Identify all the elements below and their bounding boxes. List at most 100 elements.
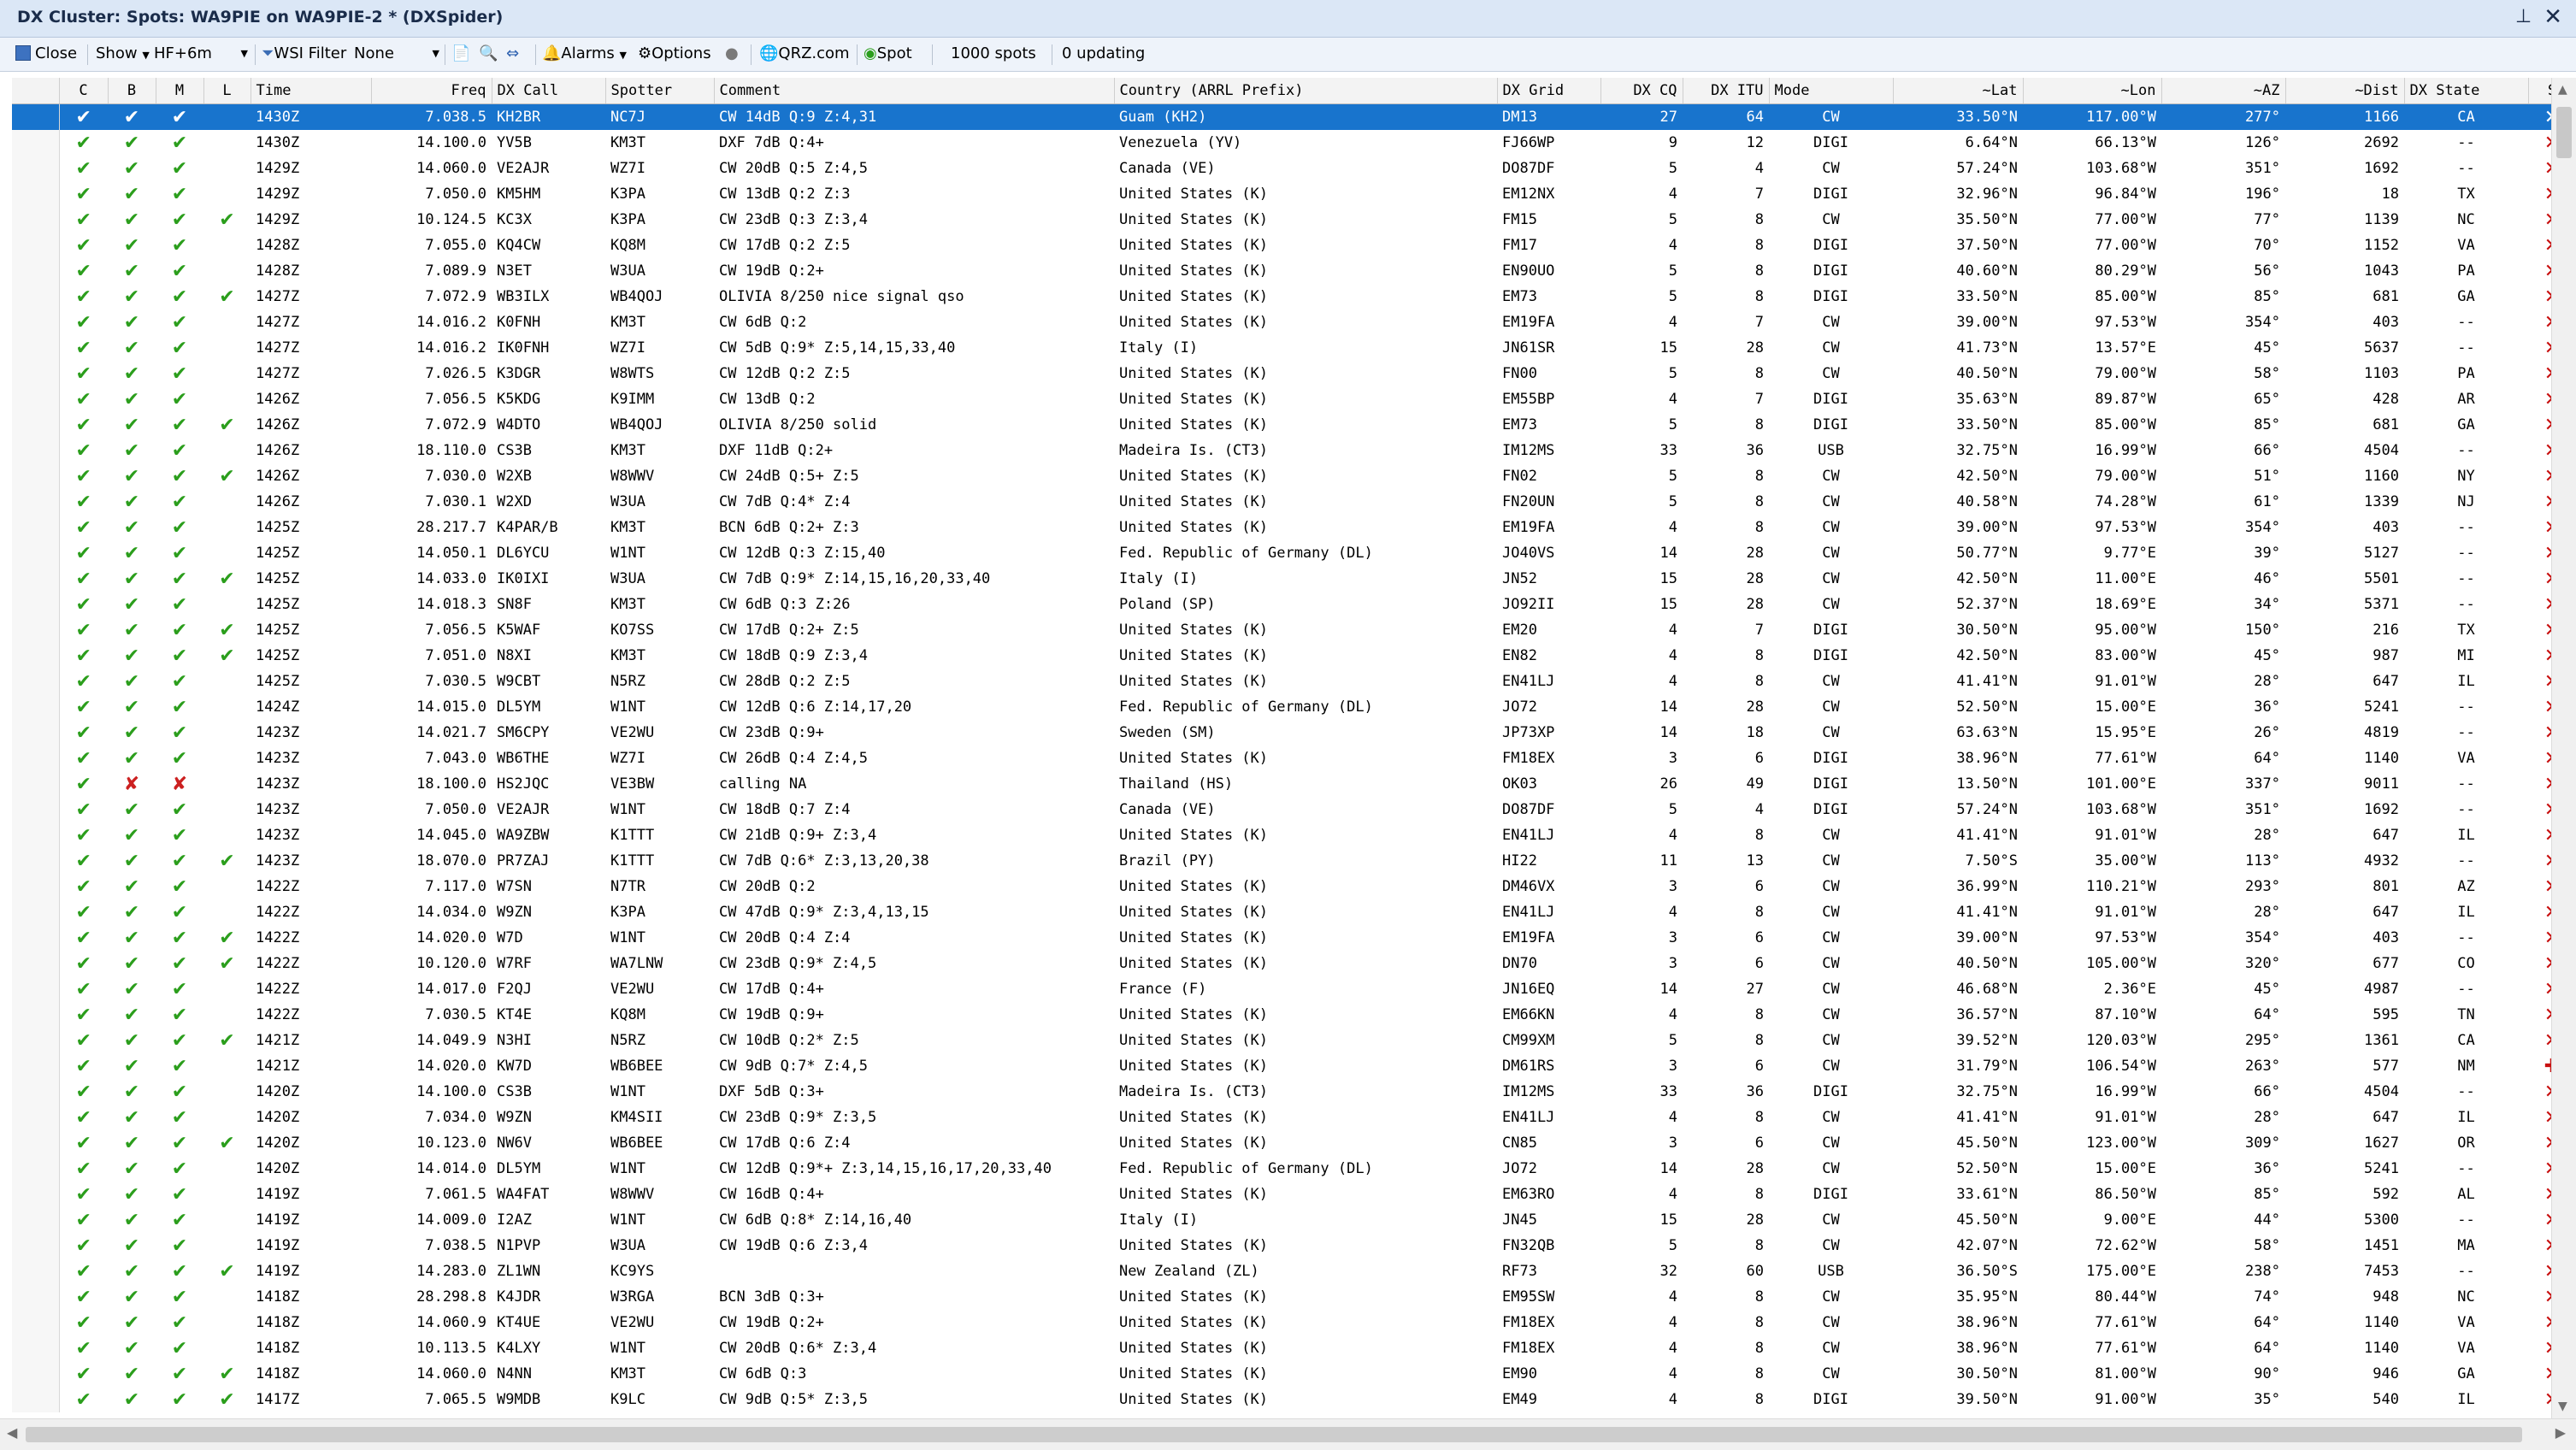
delete-icon[interactable]: ✕	[2528, 1182, 2551, 1207]
scroll-down-icon[interactable]: ▼	[2558, 1400, 2567, 1413]
close-icon[interactable]: ✕	[2544, 4, 2562, 30]
row-header[interactable]	[12, 566, 60, 592]
column-header-dx-grid[interactable]: DX Grid	[1497, 78, 1601, 104]
delete-icon[interactable]: ✕	[2528, 1310, 2551, 1335]
spot-row[interactable]: ✔ ✔ ✔ ✔ 1429Z 10.124.5 KC3X K3PA CW 23dB Q:3 Z:3…	[12, 207, 2551, 233]
delete-icon[interactable]: ✕	[2528, 1079, 2551, 1105]
delete-icon[interactable]: ✕	[2528, 1387, 2551, 1412]
delete-icon[interactable]: ✕	[2528, 386, 2551, 412]
row-header[interactable]	[12, 1310, 60, 1335]
row-header[interactable]	[12, 1361, 60, 1387]
options-button[interactable]: ⚙Options	[638, 43, 711, 65]
delete-icon[interactable]: ✕	[2528, 1002, 2551, 1028]
horizontal-scrollbar[interactable]: ◀ ▶	[0, 1418, 2576, 1450]
scroll-left-icon[interactable]: ◀	[7, 1424, 17, 1441]
spot-row[interactable]: ✔ ✔ ✔ 1419Z 7.038.5 N1PVP W3UA CW 19dB Q:6 Z:3,…	[12, 1233, 2551, 1258]
delete-icon[interactable]: ✕	[2528, 130, 2551, 156]
scroll-thumb-horizontal[interactable]	[26, 1427, 2522, 1442]
spot-row[interactable]: ✔ ✔ ✔ 1426Z 7.056.5 K5KDG K9IMM CW 13dB Q:2 Unit…	[12, 386, 2551, 412]
delete-icon[interactable]: ✕	[2528, 874, 2551, 899]
column-header-dx-cq[interactable]: DX CQ	[1600, 78, 1683, 104]
scroll-right-icon[interactable]: ▶	[2555, 1424, 2566, 1441]
row-header[interactable]	[12, 1258, 60, 1284]
spot-row[interactable]: ✔ ✔ ✔ 1429Z 7.050.0 KM5HM K3PA CW 13dB Q:2 Z:3 U…	[12, 181, 2551, 207]
delete-icon[interactable]: ✕	[2528, 309, 2551, 335]
qrz-button[interactable]: 🌐QRZ.com	[759, 43, 850, 65]
column-header-dx-itu[interactable]: DX ITU	[1683, 78, 1770, 104]
delete-icon[interactable]: ✕	[2528, 797, 2551, 822]
column-header-b[interactable]: B	[108, 78, 156, 104]
spot-row[interactable]: ✔ ✔ ✔ ✔ 1425Z 7.051.0 N8XI KM3T CW 18dB Q:9 Z:3,…	[12, 643, 2551, 669]
column-header-comment[interactable]: Comment	[714, 78, 1115, 104]
delete-icon[interactable]: ✕	[2528, 207, 2551, 233]
row-header[interactable]	[12, 438, 60, 463]
column-header-country[interactable]: Country (ARRL Prefix)	[1114, 78, 1498, 104]
delete-icon[interactable]: ✕	[2528, 1258, 2551, 1284]
row-header[interactable]	[12, 746, 60, 771]
delete-icon[interactable]: ✕	[2528, 1156, 2551, 1182]
delete-icon[interactable]: ✕	[2528, 694, 2551, 720]
spot-row[interactable]: ✔ ✔ ✔ 1423Z 14.021.7 SM6CPY VE2WU CW 23dB Q:9+ S…	[12, 720, 2551, 746]
row-header[interactable]	[12, 848, 60, 874]
spot-row[interactable]: ✔ ✔ ✔ 1423Z 14.045.0 WA9ZBW K1TTT CW 21dB Q:9+ …	[12, 822, 2551, 848]
delete-icon[interactable]: ✕	[2528, 335, 2551, 361]
row-header[interactable]	[12, 1335, 60, 1361]
column-header-dx-state[interactable]: DX State	[2404, 78, 2529, 104]
spot-row[interactable]: ✔ ✔ ✔ 1428Z 7.055.0 KQ4CW KQ8M CW 17dB Q:2 Z:5 U…	[12, 233, 2551, 258]
plus-icon[interactable]: ✚	[2528, 1053, 2551, 1079]
row-header[interactable]	[12, 489, 60, 515]
column-header-mode[interactable]: Mode	[1769, 78, 1894, 104]
column-header-spotter[interactable]: Spotter	[605, 78, 715, 104]
spot-row[interactable]: ✔ ✔ ✔ ✔ 1426Z 7.030.0 W2XB W8WWV CW 24dB Q:5+ Z:…	[12, 463, 2551, 489]
delete-icon[interactable]: ✕	[2528, 566, 2551, 592]
row-header[interactable]	[12, 874, 60, 899]
spot-row[interactable]: ✔ ✔ ✔ ✔ 1427Z 7.072.9 WB3ILX WB4QOJ OLIVIA 8/250…	[12, 284, 2551, 309]
column-header-l[interactable]: L	[203, 78, 251, 104]
delete-icon[interactable]: ✕	[2528, 1028, 2551, 1053]
spot-row[interactable]: ✔ ✔ ✔ 1425Z 7.030.5 W9CBT N5RZ CW 28dB Q:2 Z:5 U…	[12, 669, 2551, 694]
row-header[interactable]	[12, 822, 60, 848]
delete-icon[interactable]: ✕	[2528, 592, 2551, 617]
vertical-scrollbar[interactable]: ▲ ▼	[2551, 78, 2576, 1418]
delete-icon[interactable]: ✕	[2528, 951, 2551, 976]
spot-row[interactable]: ✔ ✔ ✔ ✔ 1425Z 14.033.0 IK0IXI W3UA CW 7dB Q:9* Z…	[12, 566, 2551, 592]
column-header-lon[interactable]: ~Lon	[2023, 78, 2162, 104]
delete-icon[interactable]: ✕	[2528, 643, 2551, 669]
row-header[interactable]	[12, 335, 60, 361]
row-header[interactable]	[12, 515, 60, 540]
spot-row[interactable]: ✔ ✔ ✔ ✔ 1419Z 14.283.0 ZL1WN KC9YS New Zealand (…	[12, 1258, 2551, 1284]
column-header-m[interactable]: M	[156, 78, 204, 104]
pin-icon[interactable]: ⊥	[2515, 6, 2532, 27]
column-header-freq[interactable]: Freq	[371, 78, 492, 104]
delete-icon[interactable]: ✕	[2528, 822, 2551, 848]
row-header[interactable]	[12, 233, 60, 258]
spots-grid[interactable]: C B M L Time Freq DX Call Spotter Comment Country…	[12, 78, 2551, 1418]
row-header[interactable]	[12, 592, 60, 617]
delete-icon[interactable]: ✕	[2528, 1361, 2551, 1387]
spot-row[interactable]: ✔ ✘ ✘ 1423Z 18.100.0 HS2JQC VE3BW calling NA Tha…	[12, 771, 2551, 797]
row-header[interactable]	[12, 207, 60, 233]
spot-row[interactable]: ✔ ✔ ✔ 1422Z 7.117.0 W7SN N7TR CW 20dB Q:2 United…	[12, 874, 2551, 899]
delete-icon[interactable]: ✕	[2528, 1130, 2551, 1156]
wsi-filter-button[interactable]: ⏷WSI Filter	[262, 43, 346, 65]
row-header[interactable]	[12, 669, 60, 694]
delete-icon[interactable]: ✕	[2528, 669, 2551, 694]
row-header[interactable]	[12, 617, 60, 643]
row-header[interactable]	[12, 1284, 60, 1310]
delete-icon[interactable]: ✕	[2528, 361, 2551, 386]
spot-row[interactable]: ✔ ✔ ✔ 1429Z 14.060.0 VE2AJR WZ7I CW 20dB Q:5 Z:…	[12, 156, 2551, 181]
delete-icon[interactable]: ✕	[2528, 284, 2551, 309]
spot-row[interactable]: ✔ ✔ ✔ 1428Z 7.089.9 N3ET W3UA CW 19dB Q:2+ Unite…	[12, 258, 2551, 284]
spot-row[interactable]: ✔ ✔ ✔ 1422Z 14.017.0 F2QJ VE2WU CW 17dB Q:4+ Fra…	[12, 976, 2551, 1002]
delete-icon[interactable]: ✕	[2528, 489, 2551, 515]
swap-button[interactable]: ⇔	[506, 43, 519, 65]
row-header[interactable]	[12, 1130, 60, 1156]
row-header[interactable]	[12, 103, 60, 130]
spot-row[interactable]: ✔ ✔ ✔ 1420Z 7.034.0 W9ZN KM4SII CW 23dB Q:9* Z:…	[12, 1105, 2551, 1130]
delete-icon[interactable]: ✕	[2528, 617, 2551, 643]
column-header-dist[interactable]: ~Dist	[2285, 78, 2405, 104]
row-header[interactable]	[12, 1105, 60, 1130]
spot-row[interactable]: ✔ ✔ ✔ 1420Z 14.100.0 CS3B W1NT DXF 5dB Q:3+ Made…	[12, 1079, 2551, 1105]
delete-icon[interactable]: ✕	[2528, 746, 2551, 771]
spot-row[interactable]: ✔ ✔ ✔ 1427Z 7.026.5 K3DGR W8WTS CW 12dB Q:2 Z:5…	[12, 361, 2551, 386]
